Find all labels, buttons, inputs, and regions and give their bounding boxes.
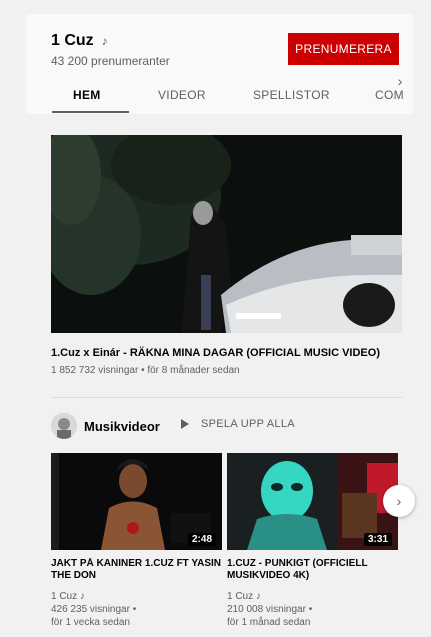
tab-videor[interactable]: VIDEOR — [158, 88, 206, 102]
play-all-label: SPELA UPP ALLA — [201, 418, 295, 430]
play-icon — [181, 419, 189, 429]
chevron-right-icon: › — [396, 493, 402, 509]
chevron-right-icon[interactable]: › — [389, 70, 411, 92]
video-duration: 3:31 — [363, 533, 392, 546]
channel-name[interactable]: 1 Cuz ♪ — [51, 32, 108, 50]
featured-video-meta: 1 852 732 visningar • för 8 månader seda… — [51, 365, 240, 376]
music-note-icon: ♪ — [255, 591, 261, 602]
tab-spellistor[interactable]: SPELLISTOR — [253, 88, 330, 102]
video-views: 210 008 visningar • — [227, 604, 313, 615]
shelf-title[interactable]: Musikvideor — [84, 419, 160, 434]
subscribe-button[interactable]: PRENUMERERA — [288, 33, 399, 65]
video-card[interactable]: 2:48 JAKT PÅ KANINER 1.CUZ FT YASIN THE … — [51, 453, 222, 629]
channel-header: 1 Cuz ♪ 43 200 prenumeranter PRENUMERERA… — [26, 14, 413, 114]
video-title[interactable]: JAKT PÅ KANINER 1.CUZ FT YASIN THE DON — [51, 558, 222, 582]
featured-video-title[interactable]: 1.Cuz x Einár - RÄKNA MINA DAGAR (OFFICI… — [51, 347, 402, 359]
active-tab-indicator — [52, 111, 129, 113]
video-age: för 1 månad sedan — [227, 617, 311, 628]
video-channel[interactable]: 1 Cuz ♪ — [227, 590, 398, 603]
music-note-icon: ♪ — [101, 34, 108, 48]
video-thumbnail[interactable]: 2:48 — [51, 453, 222, 550]
section-divider — [51, 397, 402, 398]
video-duration: 2:48 — [187, 533, 216, 546]
video-meta: 1 Cuz ♪ 210 008 visningar • för 1 månad … — [227, 590, 398, 629]
video-card[interactable]: 3:31 1.CUZ - PUNKIGT (OFFICIELL MUSIKVID… — [227, 453, 398, 629]
shelf-next-button[interactable]: › — [383, 485, 415, 517]
avatar[interactable] — [51, 413, 77, 439]
play-all-button[interactable]: SPELA UPP ALLA — [181, 418, 295, 430]
featured-video-thumbnail[interactable] — [51, 135, 402, 333]
music-note-icon: ♪ — [79, 591, 85, 602]
channel-tabs: HEM VIDEOR SPELLISTOR COM — [26, 85, 413, 113]
video-title[interactable]: 1.CUZ - PUNKIGT (OFFICIELL MUSIKVIDEO 4K… — [227, 558, 398, 582]
video-thumbnail[interactable]: 3:31 — [227, 453, 398, 550]
channel-name-text: 1 Cuz — [51, 32, 94, 49]
video-age: för 1 vecka sedan — [51, 617, 130, 628]
tab-hem[interactable]: HEM — [73, 88, 101, 102]
video-channel[interactable]: 1 Cuz ♪ — [51, 590, 222, 603]
video-views: 426 235 visningar • — [51, 604, 137, 615]
video-meta: 1 Cuz ♪ 426 235 visningar • för 1 vecka … — [51, 590, 222, 629]
subscriber-count: 43 200 prenumeranter — [51, 54, 170, 68]
